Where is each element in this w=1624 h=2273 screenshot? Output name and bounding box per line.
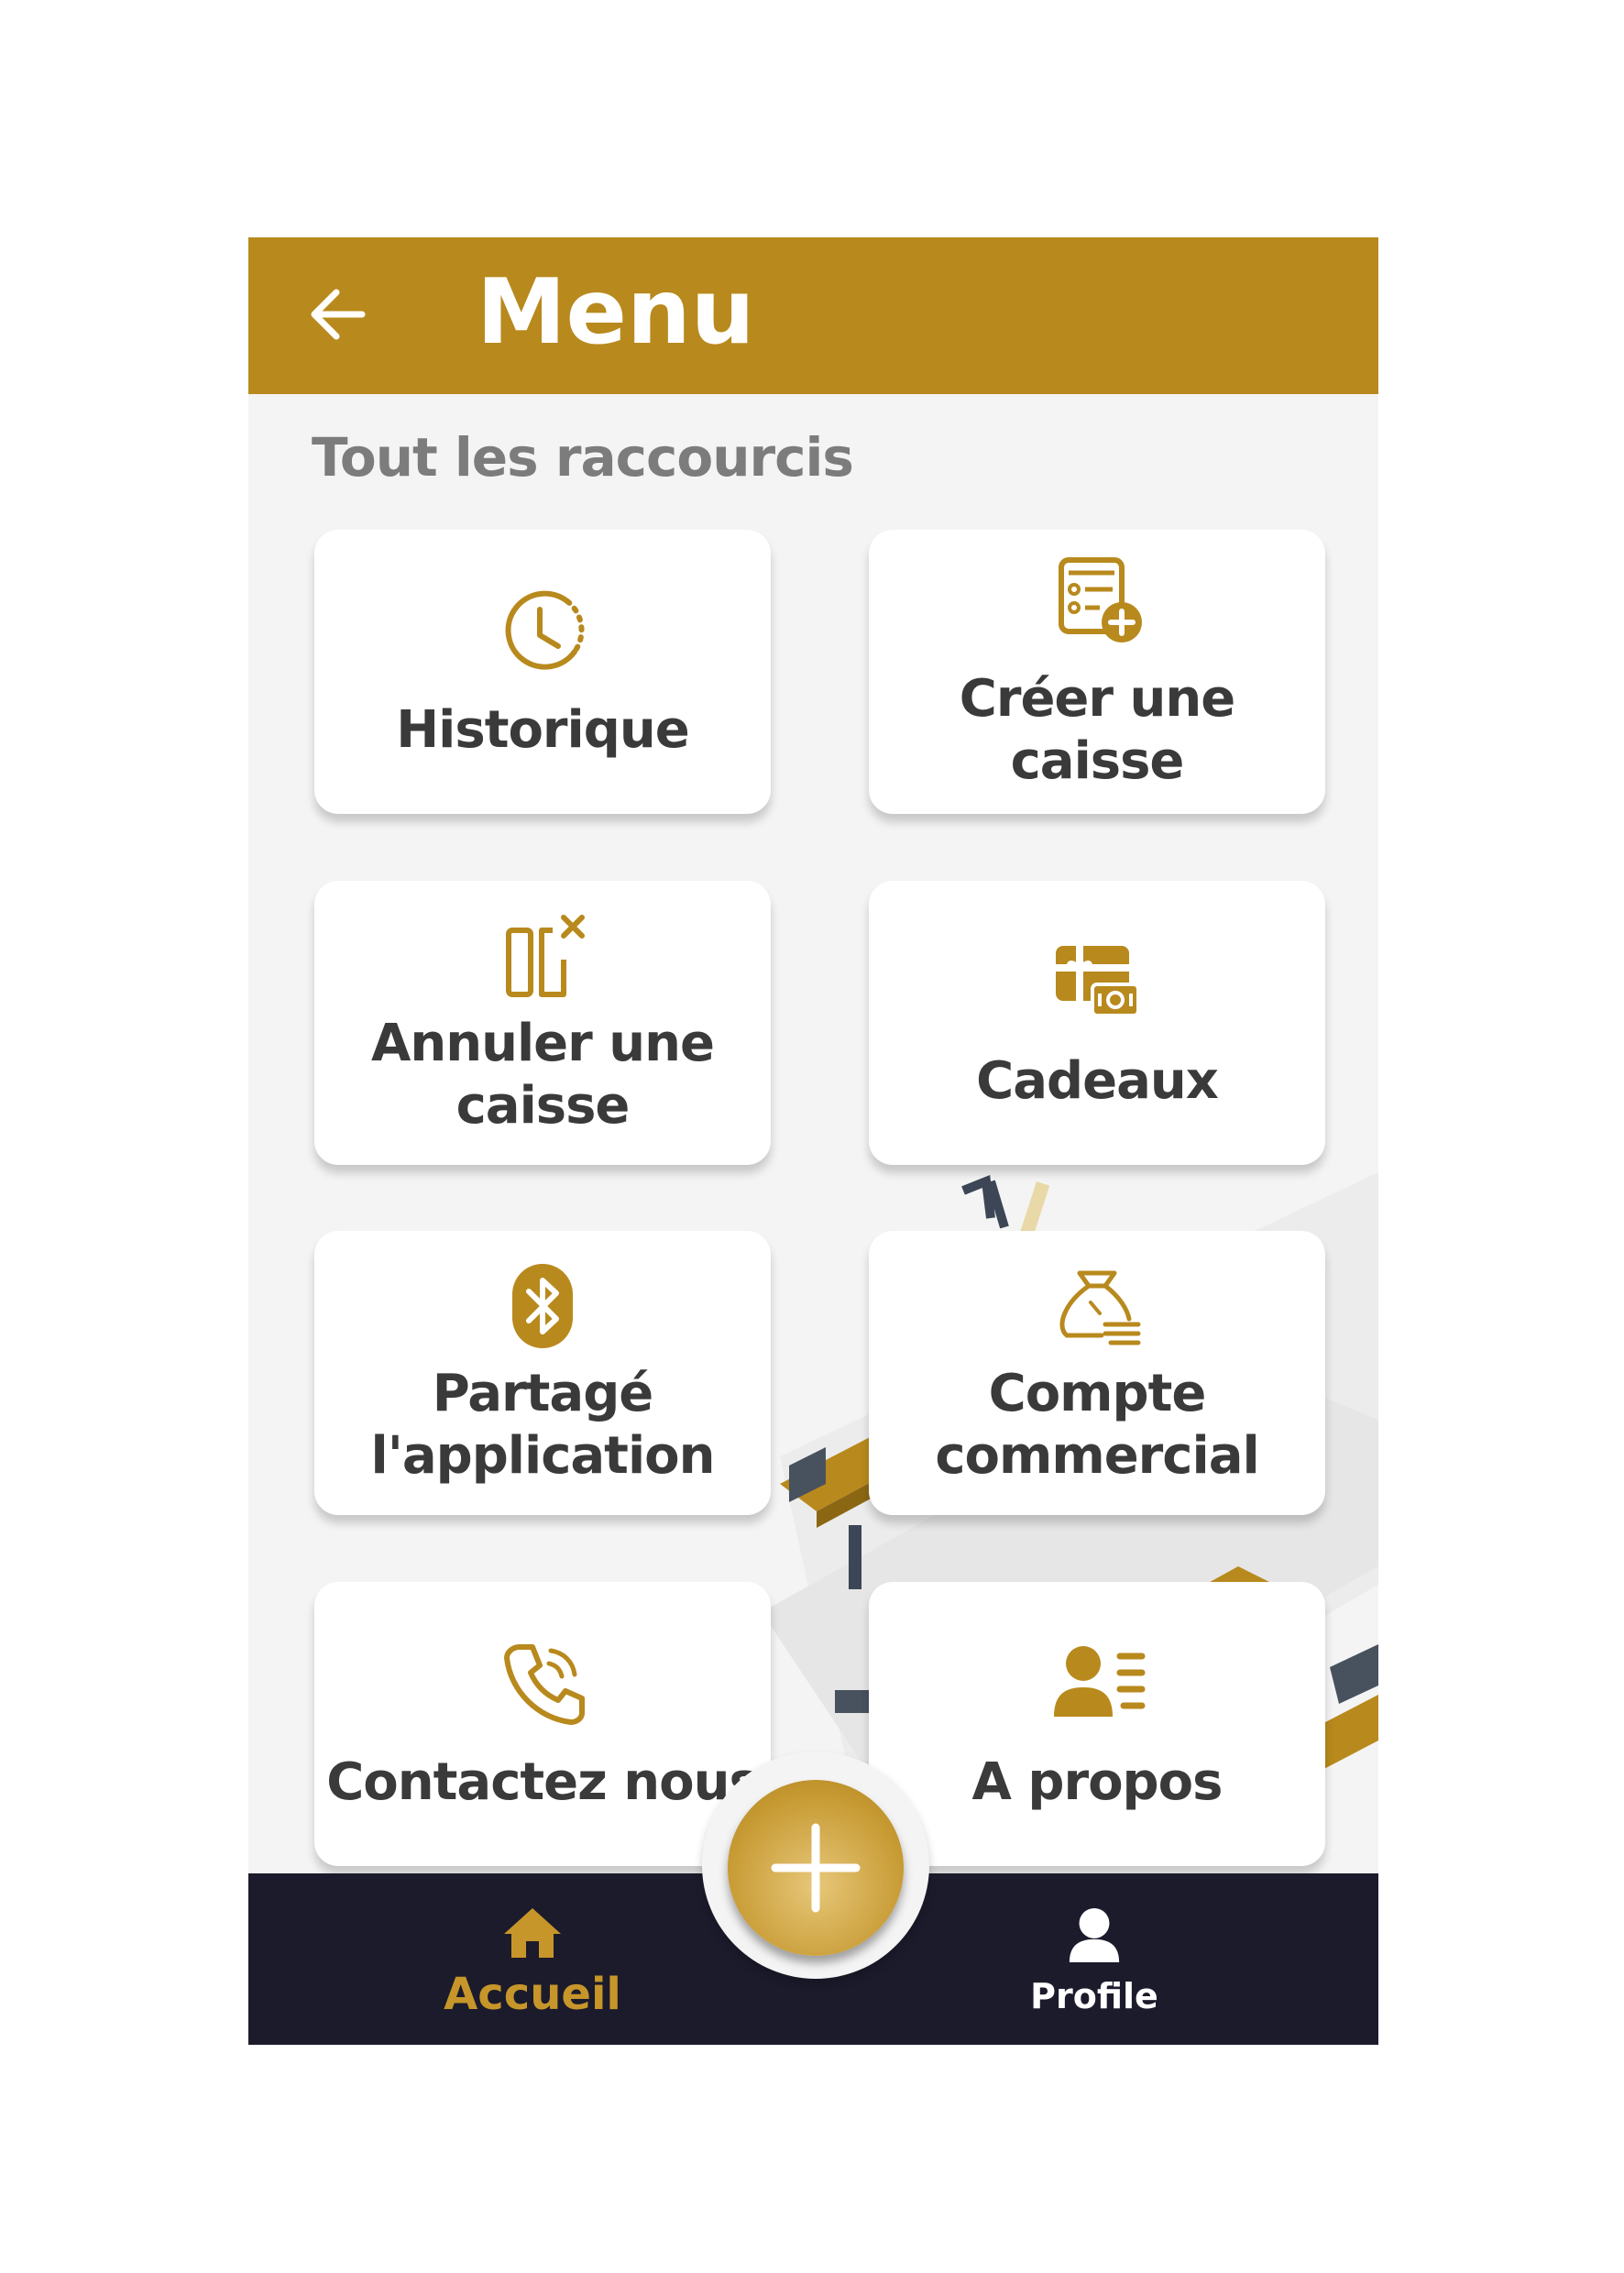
add-fab-button[interactable] (728, 1780, 904, 1956)
shortcut-label: Annuler une caisse (371, 1014, 715, 1136)
back-arrow-icon[interactable] (305, 280, 369, 349)
section-title: Tout les raccourcis (312, 426, 854, 489)
shortcut-a-propos[interactable]: A propos (869, 1582, 1325, 1866)
cancel-register-icon (506, 915, 585, 997)
tab-label: Profile (1030, 1976, 1158, 2016)
create-register-icon (1059, 557, 1142, 642)
tab-label: Accueil (444, 1969, 621, 2020)
shortcut-label: Créer une caisse (959, 669, 1236, 791)
clock-icon (505, 590, 585, 670)
tab-accueil[interactable]: Accueil (395, 1873, 670, 2045)
bluetooth-icon (512, 1264, 573, 1348)
shortcut-compte-commercial[interactable]: Compte commercial (869, 1231, 1325, 1515)
page-title: Menu (477, 260, 755, 365)
profile-icon (1069, 1907, 1120, 1963)
shortcut-annuler-caisse[interactable]: Annuler une caisse (314, 881, 771, 1165)
shortcut-label: Contactez nous (326, 1752, 760, 1812)
shortcut-historique[interactable]: Historique (314, 530, 771, 814)
plus-icon (771, 1823, 861, 1913)
app-header: Menu (248, 237, 1378, 394)
money-bag-icon (1059, 1270, 1141, 1345)
shortcut-contactez-nous[interactable]: Contactez nous (314, 1582, 771, 1866)
home-icon (504, 1908, 561, 1958)
phone-icon (504, 1644, 585, 1725)
tab-profile[interactable]: Profile (957, 1873, 1232, 2045)
shortcut-label: A propos (971, 1752, 1223, 1812)
shortcut-cadeaux[interactable]: Cadeaux (869, 881, 1325, 1165)
menu-screen: Menu Tout les raccourcis Historique Crée… (248, 237, 1378, 2045)
user-info-icon (1054, 1646, 1146, 1717)
shortcut-label: Partagé l'application (370, 1364, 716, 1486)
gift-card-icon (1056, 946, 1140, 1017)
shortcut-creer-caisse[interactable]: Créer une caisse (869, 530, 1325, 814)
shortcut-label: Compte commercial (935, 1364, 1259, 1486)
shortcut-label: Historique (396, 700, 689, 760)
shortcut-label: Cadeaux (976, 1051, 1219, 1111)
shortcut-partage-application[interactable]: Partagé l'application (314, 1231, 771, 1515)
